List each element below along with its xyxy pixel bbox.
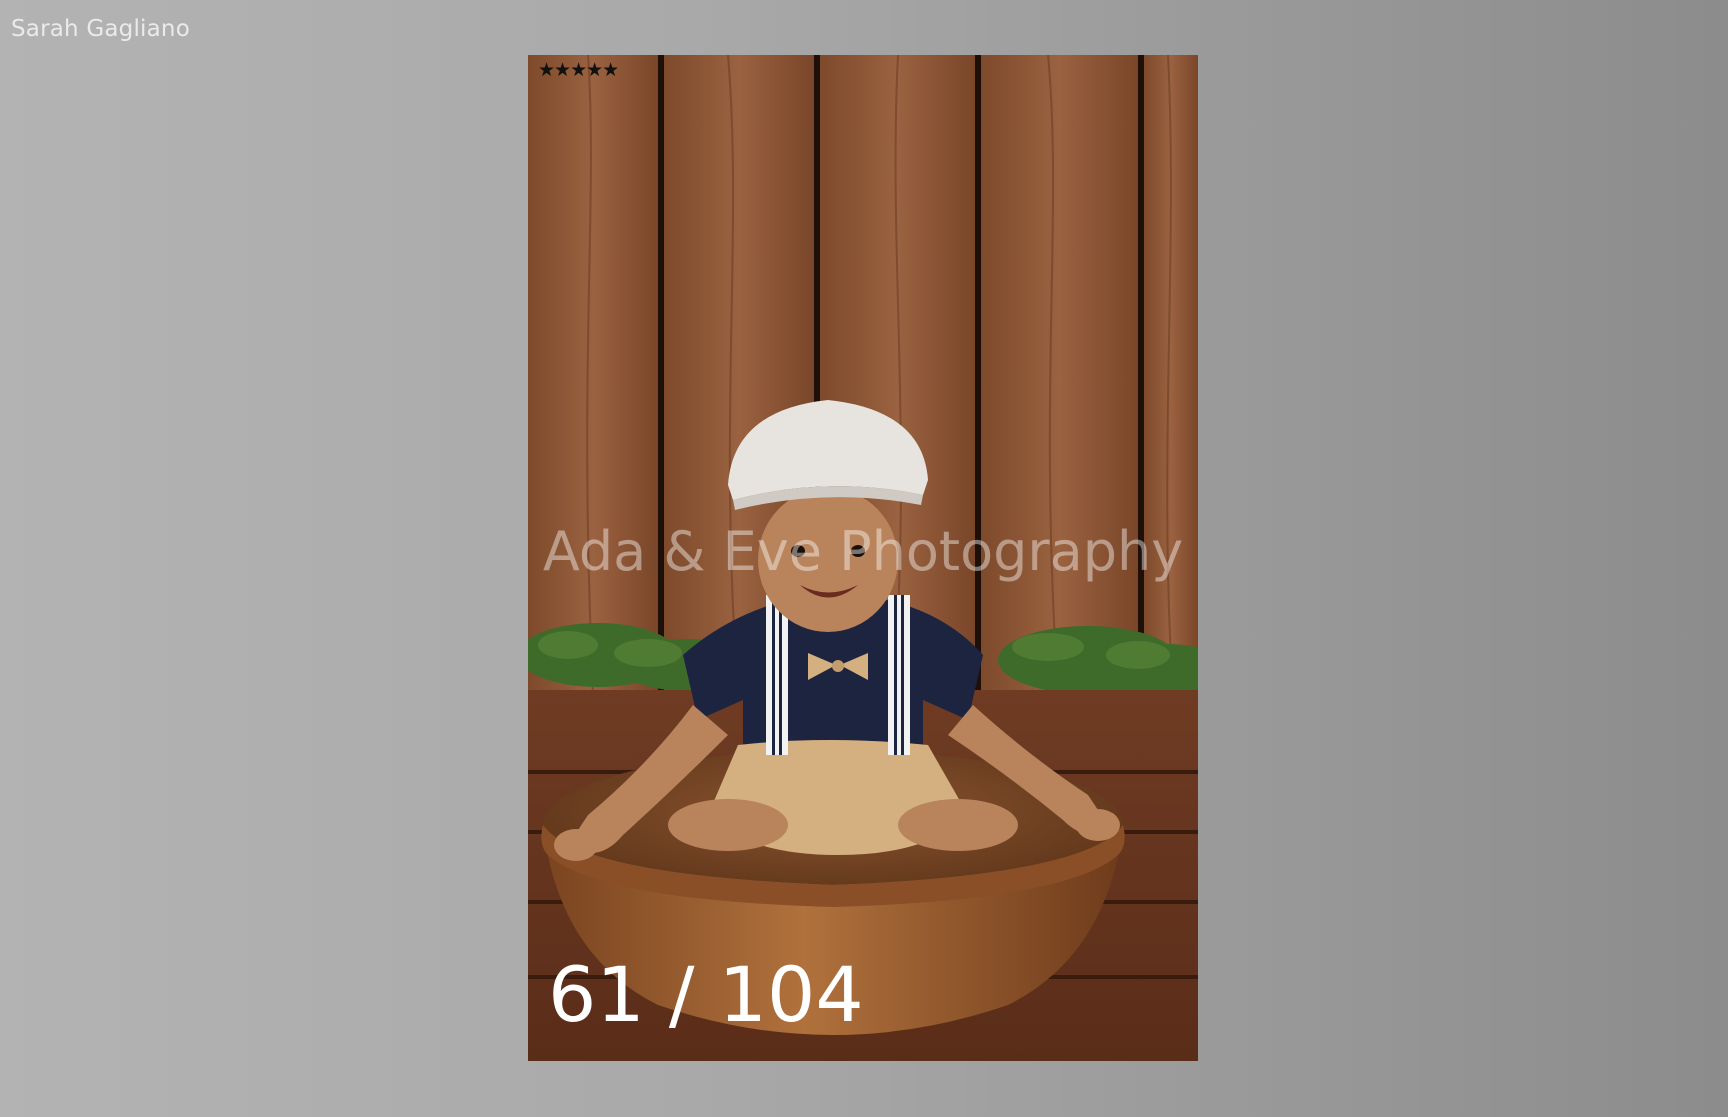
client-name: Sarah Gagliano bbox=[11, 16, 190, 42]
watermark: Ada & Eve Photography bbox=[542, 520, 1184, 583]
star-rating[interactable]: ★★★★★ bbox=[538, 61, 619, 80]
photo-counter: 61 / 104 bbox=[548, 950, 864, 1039]
gallery-photo[interactable]: ★★★★★ Ada & Eve Photography 61 / 104 bbox=[528, 55, 1198, 1061]
